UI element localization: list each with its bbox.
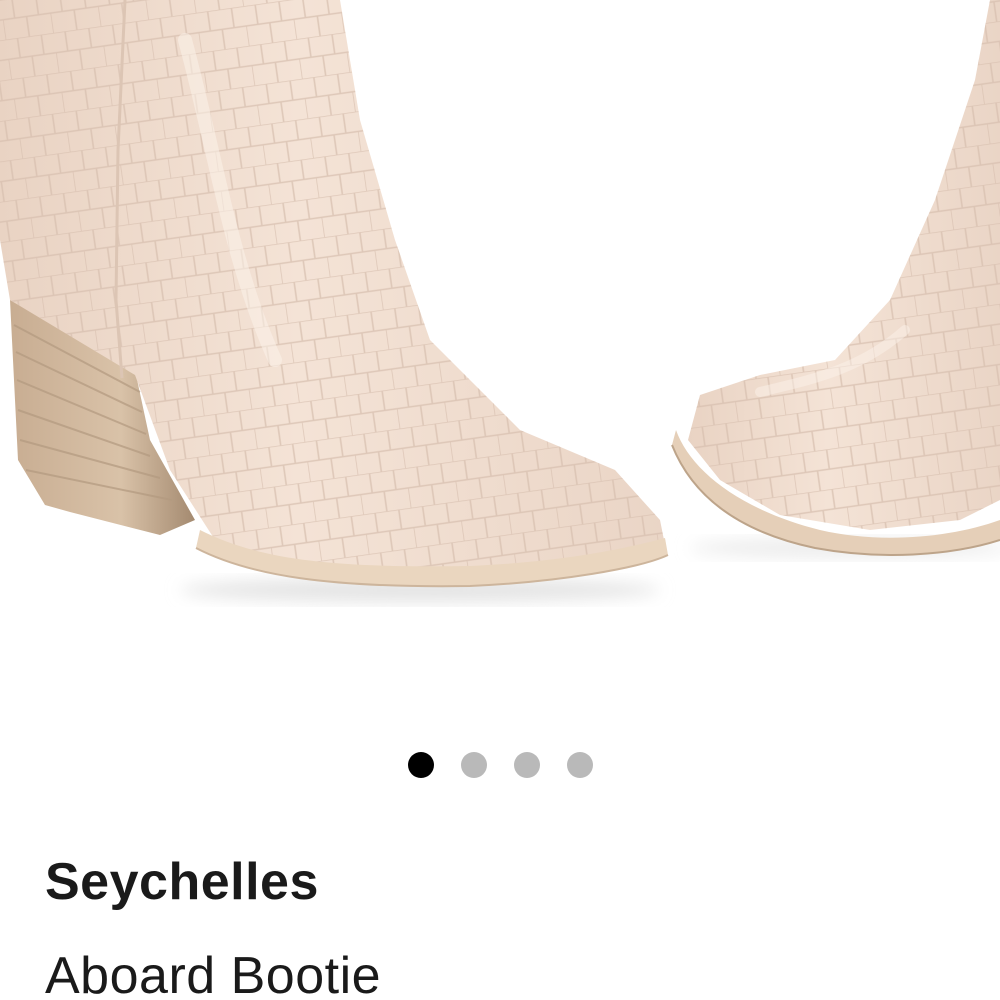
- carousel-dot-3[interactable]: [513, 752, 540, 778]
- product-brand[interactable]: Seychelles: [45, 846, 319, 918]
- boot-photo: [0, 0, 1000, 602]
- carousel-dot-4[interactable]: [566, 752, 593, 778]
- carousel-dot-1[interactable]: [407, 752, 434, 778]
- carousel-dot-2[interactable]: [460, 752, 487, 778]
- right-boot: [671, 0, 1000, 556]
- product-detail-screen: Seychelles Aboard Bootie: [0, 0, 1000, 1000]
- left-boot: [0, 0, 669, 588]
- product-name: Aboard Bootie: [45, 947, 382, 1000]
- product-image[interactable]: [0, 0, 1000, 700]
- image-carousel-pager: [0, 752, 1000, 778]
